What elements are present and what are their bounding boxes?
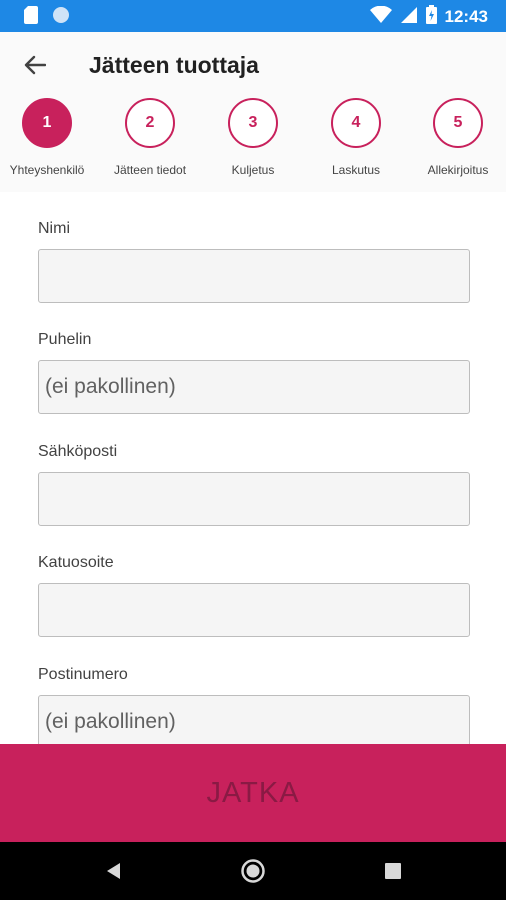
recents-square-icon[interactable]: [378, 856, 408, 886]
puhelin-input[interactable]: [38, 360, 470, 414]
step-allekirjoitus[interactable]: 5 Allekirjoitus: [408, 98, 506, 177]
katuosoite-input[interactable]: [38, 583, 470, 637]
status-bar: 12:43: [0, 0, 506, 32]
page-title: Jätteen tuottaja: [89, 52, 259, 78]
status-time: 12:43: [444, 7, 488, 26]
sahkoposti-input[interactable]: [38, 472, 470, 526]
step-yhteyshenkilo[interactable]: 1 Yhteyshenkilö: [0, 98, 97, 177]
step-number: 2: [125, 98, 175, 148]
katuosoite-label: Katuosoite: [38, 554, 114, 571]
sahkoposti-label: Sähköposti: [38, 443, 118, 460]
step-jatteen-tiedot[interactable]: 2 Jätteen tiedot: [100, 98, 200, 177]
continue-button[interactable]: JATKA: [0, 744, 506, 842]
step-label: Allekirjoitus: [427, 163, 489, 177]
step-label: Laskutus: [331, 163, 381, 177]
back-triangle-icon[interactable]: [99, 856, 129, 886]
step-label: Jätteen tiedot: [113, 163, 187, 177]
step-label: Yhteyshenkilö: [9, 163, 85, 177]
contact-form: Nimi Puhelin Sähköposti Katuosoite Posti…: [0, 192, 506, 744]
stepper: 1 Yhteyshenkilö 2 Jätteen tiedot 3 Kulje…: [0, 98, 506, 188]
arrow-left-icon: [24, 55, 47, 80]
signal-icon: [400, 6, 418, 29]
field-puhelin: Puhelin: [38, 331, 470, 414]
step-label: Kuljetus: [231, 163, 275, 177]
step-number: 3: [228, 98, 278, 148]
step-number: 5: [433, 98, 483, 148]
circle-notification-icon: [52, 6, 70, 29]
nav-bar: [0, 842, 506, 900]
field-katuosoite: Katuosoite: [38, 554, 470, 637]
step-number: 4: [331, 98, 381, 148]
puhelin-label: Puhelin: [38, 331, 92, 348]
nimi-label: Nimi: [38, 220, 70, 237]
postinumero-input[interactable]: [38, 695, 470, 744]
step-kuljetus[interactable]: 3 Kuljetus: [203, 98, 303, 177]
field-nimi: Nimi: [38, 220, 470, 303]
field-sahkoposti: Sähköposti: [38, 443, 470, 526]
step-laskutus[interactable]: 4 Laskutus: [306, 98, 406, 177]
postinumero-label: Postinumero: [38, 666, 128, 683]
wifi-icon: [369, 5, 392, 29]
back-button[interactable]: [18, 50, 52, 84]
battery-icon: [425, 5, 437, 29]
nimi-input[interactable]: [38, 249, 470, 303]
sd-card-icon: [24, 6, 38, 29]
app-header: Jätteen tuottaja 1 Yhteyshenkilö 2 Jätte…: [0, 32, 506, 192]
step-number: 1: [22, 98, 72, 148]
field-postinumero: Postinumero: [38, 666, 470, 744]
home-circle-icon[interactable]: [238, 856, 268, 886]
